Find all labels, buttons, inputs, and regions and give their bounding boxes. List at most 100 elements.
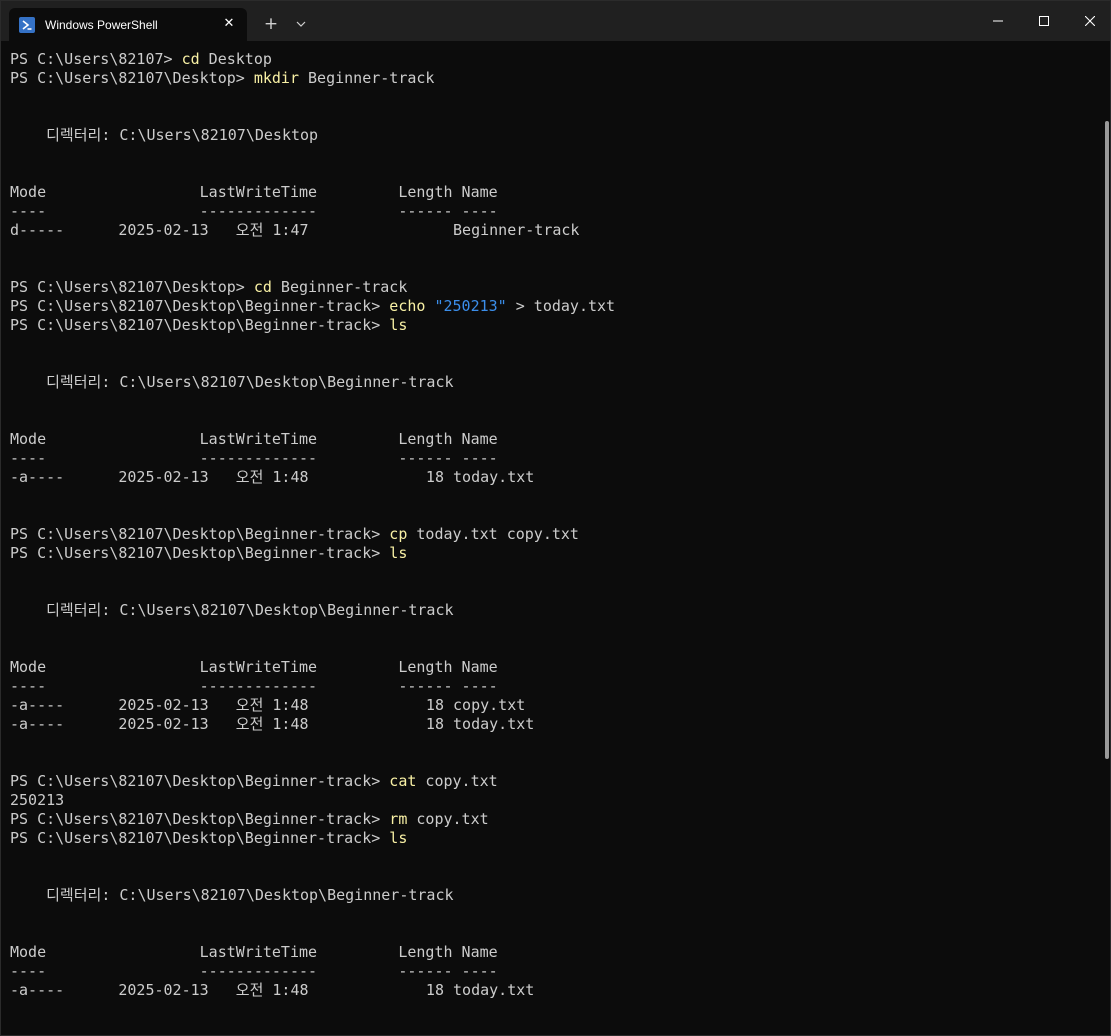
chevron-down-icon[interactable] bbox=[290, 13, 312, 35]
output-text: d----- 2025-02-13 오전 1:47 Beginner-track bbox=[10, 221, 580, 239]
output-text: PS C:\Users\82107\Desktop\Beginner-track… bbox=[10, 316, 390, 334]
terminal-line: 250213 bbox=[10, 791, 1100, 810]
terminal-line: Mode LastWriteTime Length Name bbox=[10, 658, 1100, 677]
terminal-line: PS C:\Users\82107\Desktop> mkdir Beginne… bbox=[10, 69, 1100, 88]
command-token: ls bbox=[389, 829, 408, 847]
terminal-line: PS C:\Users\82107\Desktop\Beginner-track… bbox=[10, 525, 1100, 544]
terminal-line: ---- ------------- ------ ---- bbox=[10, 677, 1100, 696]
output-text: -a---- 2025-02-13 오전 1:48 18 today.txt bbox=[10, 715, 535, 733]
command-token: cd bbox=[253, 278, 272, 296]
command-token: ls bbox=[389, 316, 408, 334]
output-text: Desktop bbox=[199, 50, 272, 68]
output-text: -a---- 2025-02-13 오전 1:48 18 copy.txt bbox=[10, 696, 526, 714]
output-text: Mode LastWriteTime Length Name bbox=[10, 430, 498, 448]
terminal-line: -a---- 2025-02-13 오전 1:48 18 today.txt bbox=[10, 468, 1100, 487]
output-text: 디렉터리: C:\Users\82107\Desktop\Beginner-tr… bbox=[10, 373, 454, 391]
command-token: cat bbox=[389, 772, 417, 790]
output-text: ---- ------------- ------ ---- bbox=[10, 962, 498, 980]
command-token: cp bbox=[389, 525, 408, 543]
minimize-button[interactable] bbox=[975, 1, 1021, 41]
output-text: ---- ------------- ------ ---- bbox=[10, 202, 498, 220]
terminal-line: Mode LastWriteTime Length Name bbox=[10, 430, 1100, 449]
output-text: 250213 bbox=[10, 791, 65, 809]
output-text: Beginner-track bbox=[271, 278, 408, 296]
title-bar[interactable]: Windows PowerShell ✕ + bbox=[1, 1, 1110, 41]
output-text: PS C:\Users\82107\Desktop> bbox=[10, 278, 254, 296]
terminal-line: PS C:\Users\82107\Desktop\Beginner-track… bbox=[10, 829, 1100, 848]
output-text: PS C:\Users\82107> bbox=[10, 50, 182, 68]
new-tab-button[interactable]: + bbox=[260, 13, 282, 35]
terminal-line: PS C:\Users\82107\Desktop> cd Beginner-t… bbox=[10, 278, 1100, 297]
output-text: copy.txt bbox=[416, 772, 498, 790]
terminal-line: ---- ------------- ------ ---- bbox=[10, 449, 1100, 468]
terminal-line: -a---- 2025-02-13 오전 1:48 18 today.txt bbox=[10, 981, 1100, 1000]
output-text: Beginner-track bbox=[299, 69, 435, 87]
terminal-line: 디렉터리: C:\Users\82107\Desktop bbox=[10, 126, 1100, 145]
command-token: cd bbox=[181, 50, 200, 68]
terminal-line: ---- ------------- ------ ---- bbox=[10, 962, 1100, 981]
output-text: > today.txt bbox=[506, 297, 616, 315]
output-text: PS C:\Users\82107\Desktop\Beginner-track… bbox=[10, 525, 390, 543]
command-token: mkdir bbox=[253, 69, 299, 87]
string-token: "250213" bbox=[434, 297, 507, 315]
maximize-icon bbox=[1039, 16, 1049, 26]
output-text: PS C:\Users\82107\Desktop\Beginner-track… bbox=[10, 297, 390, 315]
terminal-line: 디렉터리: C:\Users\82107\Desktop\Beginner-tr… bbox=[10, 601, 1100, 620]
command-token: echo bbox=[389, 297, 426, 315]
terminal-line: PS C:\Users\82107\Desktop\Beginner-track… bbox=[10, 544, 1100, 563]
tab-title: Windows PowerShell bbox=[45, 17, 158, 32]
terminal-line: Mode LastWriteTime Length Name bbox=[10, 183, 1100, 202]
vertical-scrollbar[interactable] bbox=[1105, 121, 1109, 759]
output-text: PS C:\Users\82107\Desktop\Beginner-track… bbox=[10, 544, 390, 562]
terminal-line: 디렉터리: C:\Users\82107\Desktop\Beginner-tr… bbox=[10, 373, 1100, 392]
output-text: ---- ------------- ------ ---- bbox=[10, 677, 498, 695]
tab-close-button[interactable]: ✕ bbox=[221, 16, 237, 32]
maximize-button[interactable] bbox=[1021, 1, 1067, 41]
terminal-line: -a---- 2025-02-13 오전 1:48 18 today.txt bbox=[10, 715, 1100, 734]
output-text: PS C:\Users\82107\Desktop\Beginner-track… bbox=[10, 772, 390, 790]
output-text: 디렉터리: C:\Users\82107\Desktop\Beginner-tr… bbox=[10, 601, 454, 619]
output-text: Mode LastWriteTime Length Name bbox=[10, 658, 498, 676]
terminal-output[interactable]: PS C:\Users\82107> cd Desktop PS C:\Users… bbox=[10, 50, 1100, 1036]
terminal-line: 디렉터리: C:\Users\82107\Desktop\Beginner-tr… bbox=[10, 886, 1100, 905]
output-text: 디렉터리: C:\Users\82107\Desktop\Beginner-tr… bbox=[10, 886, 454, 904]
terminal-line: PS C:\Users\82107\Desktop\Beginner-track… bbox=[10, 810, 1100, 829]
terminal-line: PS C:\Users\82107\Desktop\Beginner-track… bbox=[10, 772, 1100, 791]
close-button[interactable] bbox=[1067, 1, 1111, 41]
terminal-line: ---- ------------- ------ ---- bbox=[10, 202, 1100, 221]
output-text: PS C:\Users\82107\Desktop\Beginner-track… bbox=[10, 829, 390, 847]
output-text: -a---- 2025-02-13 오전 1:48 18 today.txt bbox=[10, 981, 535, 999]
command-token: ls bbox=[389, 544, 408, 562]
terminal-line: PS C:\Users\82107\Desktop\Beginner-track… bbox=[10, 297, 1100, 316]
terminal-line: -a---- 2025-02-13 오전 1:48 18 copy.txt bbox=[10, 696, 1100, 715]
output-text: Mode LastWriteTime Length Name bbox=[10, 943, 498, 961]
output-text: PS C:\Users\82107\Desktop> bbox=[10, 69, 254, 87]
output-text: Mode LastWriteTime Length Name bbox=[10, 183, 498, 201]
terminal-line: Mode LastWriteTime Length Name bbox=[10, 943, 1100, 962]
tab-windows-powershell[interactable]: Windows PowerShell ✕ bbox=[9, 8, 247, 41]
output-text: -a---- 2025-02-13 오전 1:48 18 today.txt bbox=[10, 468, 535, 486]
command-token: rm bbox=[389, 810, 408, 828]
minimize-icon bbox=[993, 20, 1003, 22]
output-text: copy.txt bbox=[407, 810, 489, 828]
close-icon bbox=[1085, 16, 1095, 26]
